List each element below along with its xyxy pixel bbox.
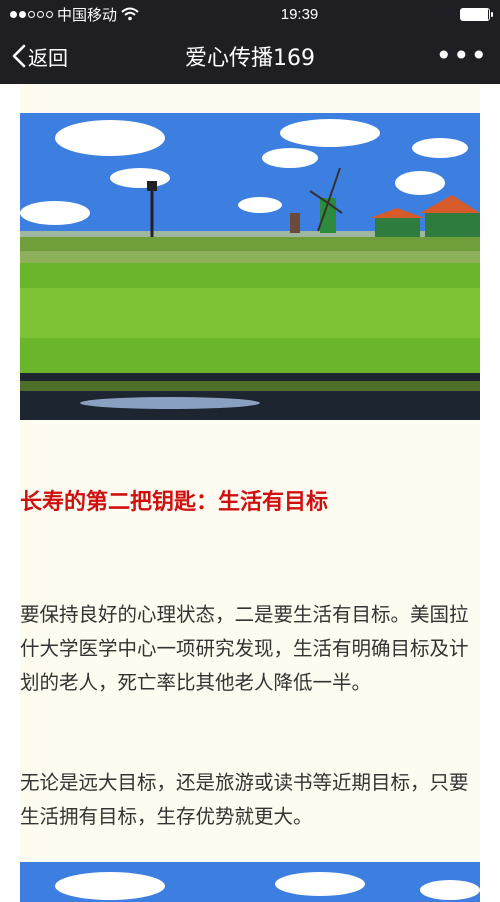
windmill-landscape-photo — [20, 113, 480, 420]
status-right — [460, 7, 493, 21]
nav-bar: 返回 爱心传播169 ••• — [0, 28, 500, 84]
chevron-left-icon — [12, 44, 26, 68]
status-bar: 中国移动 19:39 — [0, 0, 500, 28]
carrier-label: 中国移动 — [57, 6, 118, 24]
status-left: 中国移动 — [10, 4, 139, 25]
article-paragraph-2: 无论是远大目标，还是旅游或读书等近期目标，只要生活拥有目标，生存优势就更大。 — [20, 771, 469, 828]
battery-icon — [460, 7, 493, 21]
article-heading: 长寿的第二把钥匙：生活有目标 — [20, 490, 329, 515]
battery-fill — [461, 8, 488, 20]
back-button[interactable]: 返回 — [12, 42, 68, 71]
article-content: 长寿的第二把钥匙：生活有目标 要保持良好的心理状态，二是要生活有目标。美国拉什大… — [20, 84, 480, 902]
wifi-icon — [121, 7, 139, 21]
status-time: 19:39 — [280, 5, 319, 23]
article-paragraph-1: 要保持良好的心理状态，二是要生活有目标。美国拉什大学医学中心一项研究发现，生活有… — [20, 603, 469, 694]
signal-icon — [10, 10, 53, 18]
landscape-photo-partial — [20, 862, 480, 902]
page-title: 爱心传播169 — [185, 46, 315, 71]
more-menu-button[interactable]: ••• — [435, 42, 488, 70]
back-label: 返回 — [28, 45, 68, 70]
